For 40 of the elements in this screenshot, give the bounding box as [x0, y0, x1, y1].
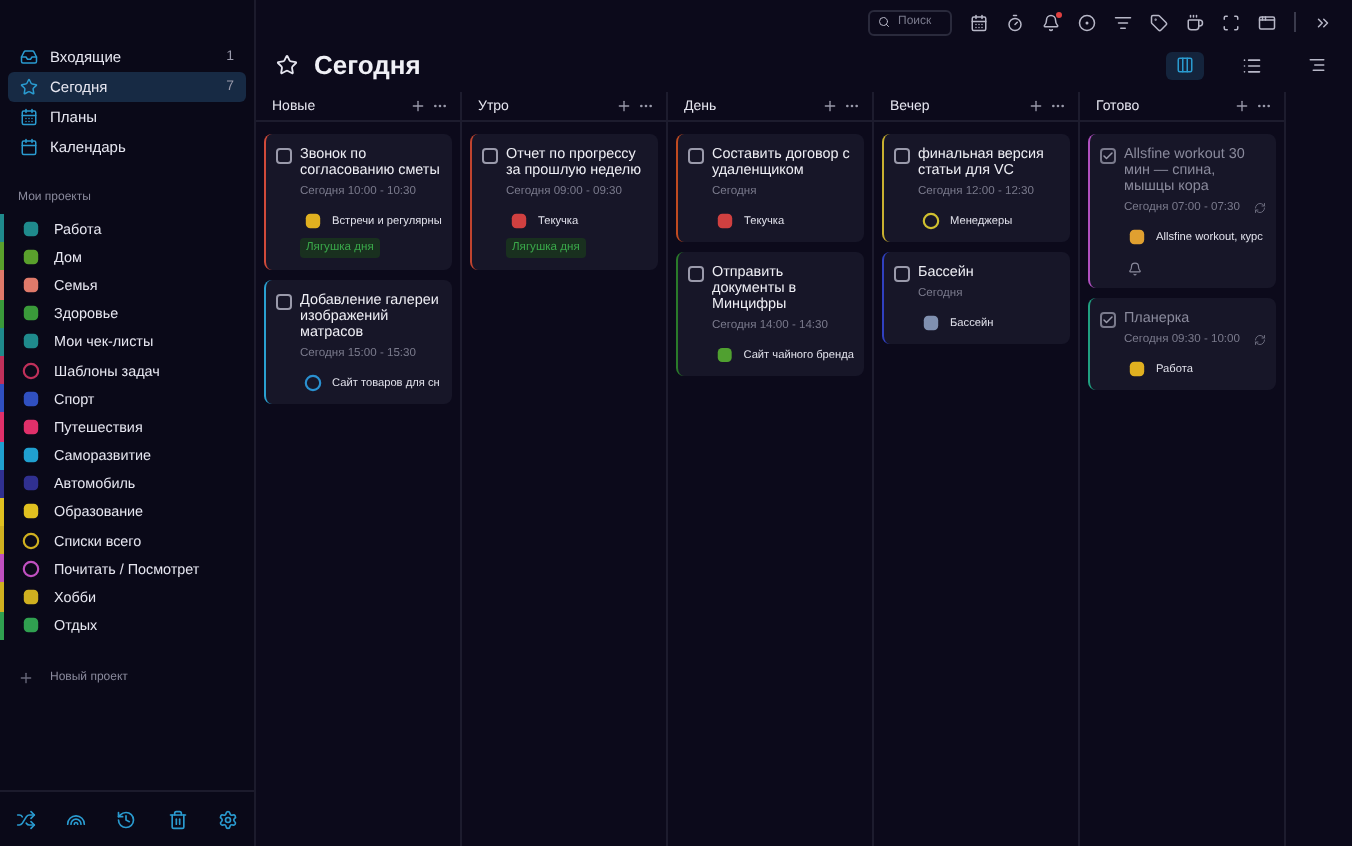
task-checkbox[interactable] [482, 148, 498, 164]
sort-icon [1308, 56, 1326, 74]
task-checkbox[interactable] [1100, 312, 1116, 328]
calendar-icon [20, 138, 38, 156]
plus-icon[interactable] [822, 98, 838, 114]
chevrons-right-icon[interactable] [1314, 13, 1332, 31]
search-icon [878, 16, 890, 28]
shuffle-icon[interactable] [15, 809, 36, 829]
plus-icon[interactable] [410, 98, 426, 114]
board-view-button[interactable] [1166, 51, 1204, 79]
calendar-icon[interactable] [970, 13, 988, 31]
star-icon [276, 54, 298, 76]
cup-icon[interactable] [1186, 13, 1204, 31]
bell-icon[interactable] [1042, 13, 1060, 31]
calendar-icon [20, 108, 38, 126]
task-checkbox[interactable] [688, 148, 704, 164]
task-checkbox[interactable] [276, 294, 292, 310]
arc-icon[interactable] [66, 809, 87, 829]
columns-icon [1176, 56, 1194, 74]
tag-icon[interactable] [1150, 13, 1168, 31]
plus-icon[interactable] [1234, 98, 1250, 114]
task-checkbox[interactable] [1100, 148, 1116, 164]
plus-icon [18, 669, 34, 686]
task-checkbox[interactable] [688, 266, 704, 282]
window-icon[interactable] [1258, 13, 1276, 31]
focus-icon[interactable] [1222, 13, 1240, 31]
plus-icon[interactable] [616, 98, 632, 114]
trash-icon[interactable] [167, 809, 188, 829]
history-icon[interactable] [116, 809, 137, 829]
settings-icon[interactable] [218, 809, 239, 829]
plus-icon[interactable] [1028, 98, 1044, 114]
task-checkbox[interactable] [894, 266, 910, 282]
page-title: Сегодня [314, 50, 421, 80]
filter-icon[interactable] [1114, 13, 1132, 31]
inbox-icon [20, 48, 38, 66]
target-icon[interactable] [1078, 13, 1096, 31]
task-checkbox[interactable] [276, 148, 292, 164]
star-icon [20, 78, 38, 96]
timer-icon[interactable] [1006, 13, 1024, 31]
task-checkbox[interactable] [894, 148, 910, 164]
